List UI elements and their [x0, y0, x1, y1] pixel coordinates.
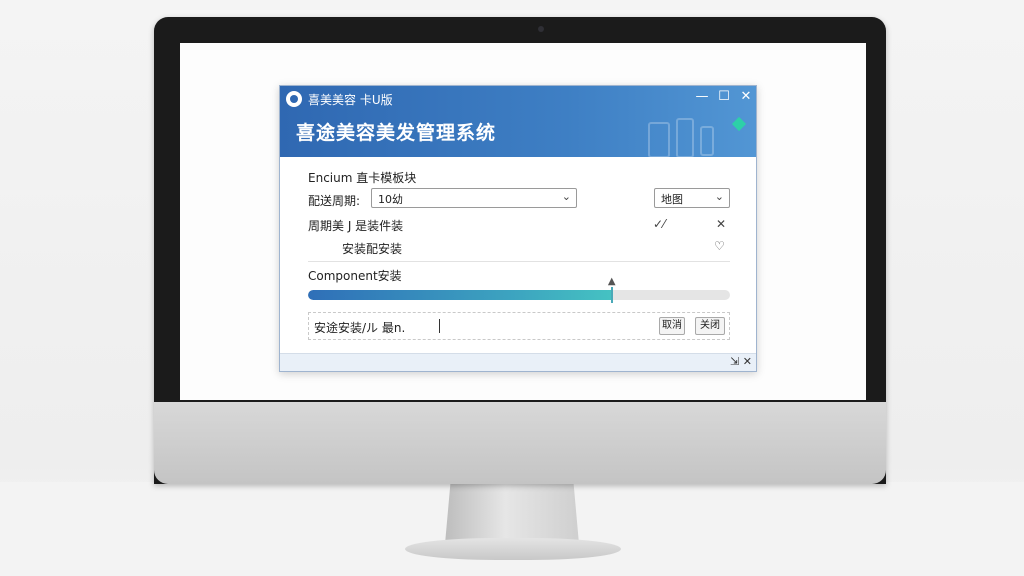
monitor-stand-base	[405, 538, 621, 560]
field2-label: 配送周期:	[308, 194, 361, 208]
maximize-button[interactable]: ☐	[716, 89, 732, 104]
camera-icon	[538, 26, 544, 32]
progress-fill	[308, 290, 612, 300]
period-select-value: 10幼	[378, 193, 403, 206]
close-button[interactable]: ✕	[738, 89, 754, 104]
right-select-value: 地图	[661, 193, 683, 206]
heart-icon[interactable]: ♡	[714, 239, 725, 253]
close-dialog-button[interactable]: 关闭	[695, 317, 725, 335]
app-title: 喜途美容美发管理系统	[296, 122, 497, 144]
window-footer: ⇲ ✕	[280, 353, 756, 371]
app-window: 喜美美容 卡U版 — ☐ ✕ 喜途美容美发管理系统 Encium 直卡模板块 配…	[279, 85, 757, 372]
monitor-stand-neck	[445, 484, 579, 544]
period-select[interactable]: 10幼 ⌄	[371, 188, 577, 208]
window-body: Encium 直卡模板块 配送周期: 10幼 ⌄ 地图 ⌄ 周期美 J 是装件装…	[280, 157, 756, 355]
footer-controls[interactable]: ⇲ ✕	[730, 355, 752, 368]
header-accent-icon	[731, 116, 747, 132]
status-row: 安途安装/ル 最n. 取消 关闭	[308, 312, 730, 340]
row3-label: 周期美 J 是装件装	[308, 219, 404, 233]
window-header: 喜美美容 卡U版 — ☐ ✕ 喜途美容美发管理系统	[280, 86, 756, 157]
progress-pointer-icon: ▲	[607, 276, 616, 287]
divider	[308, 261, 730, 262]
monitor-chin	[154, 402, 886, 484]
progress-bar	[308, 290, 730, 300]
header-decoration	[648, 122, 670, 157]
right-select[interactable]: 地图 ⌄	[654, 188, 730, 208]
header-decoration	[700, 126, 714, 156]
chevron-down-icon: ⌄	[561, 190, 571, 203]
remove-icon[interactable]: ✕	[716, 217, 726, 231]
row4-label: 安装配安装	[342, 242, 403, 256]
text-cursor	[439, 319, 440, 333]
check-icon[interactable]: ✓⁄	[653, 217, 665, 231]
minimize-button[interactable]: —	[694, 89, 710, 104]
titlebar-text: 喜美美容 卡U版	[308, 93, 393, 107]
screen: 喜美美容 卡U版 — ☐ ✕ 喜途美容美发管理系统 Encium 直卡模板块 配…	[180, 43, 866, 400]
field1-label: Encium 直卡模板块	[308, 171, 417, 185]
chevron-down-icon: ⌄	[714, 190, 724, 203]
header-decoration	[676, 118, 694, 157]
progress-marker[interactable]	[610, 287, 613, 303]
app-logo-icon	[286, 91, 302, 107]
status-text: 安途安装/ル 最n.	[314, 321, 406, 335]
cancel-button[interactable]: 取消	[659, 317, 685, 335]
progress-label: Component安装	[308, 269, 402, 283]
